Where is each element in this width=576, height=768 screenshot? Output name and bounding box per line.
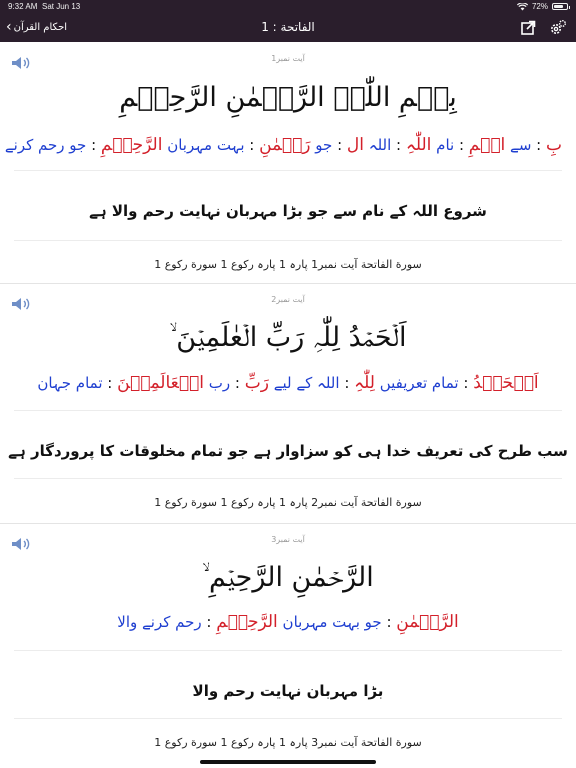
status-right: 72%: [516, 2, 570, 11]
word-arabic: اللّٰہِ: [405, 135, 432, 155]
divider: [14, 718, 562, 719]
divider: [14, 410, 562, 411]
word-urdu: تمام جہان: [37, 374, 103, 392]
word-by-word: الرَّحۡمٰنِ : جو بہت مہربان الرَّحِیۡمِ …: [117, 612, 459, 632]
verse-card: آیت نمبر1 بِسۡمِ اللّٰہِ الرَّحۡمٰنِ الر…: [0, 42, 576, 284]
word-urdu: رب: [208, 374, 231, 392]
word-urdu: جو بہت مہربان: [282, 613, 382, 631]
settings-button[interactable]: [548, 18, 568, 38]
word-arabic: الۡعَالَمِیۡنَ: [117, 373, 204, 393]
home-indicator[interactable]: [200, 760, 376, 764]
word-arabic: الرَّحِیۡمِ: [216, 612, 278, 632]
divider: [14, 478, 562, 479]
urdu-translation: بڑا مہربان نہایت رحم والا: [192, 682, 384, 700]
word-by-word: اَلۡحَمۡدُ : تمام تعریفیں لِلّٰہِ : اللہ…: [37, 373, 539, 393]
word-urdu: بہت مہربان: [167, 136, 245, 154]
status-date: Sat Jun 13: [42, 2, 81, 11]
battery-icon: [552, 3, 570, 10]
word-arabic: ال: [346, 135, 364, 155]
divider: [14, 650, 562, 651]
word-arabic: لِلّٰہِ: [354, 373, 375, 393]
word-urdu: اللہ کے لیے: [273, 374, 340, 392]
arabic-verse: الرَّحۡمٰنِ الرَّحِیۡمِ ۙ: [202, 562, 374, 593]
verse-card: آیت نمبر3 الرَّحۡمٰنِ الرَّحِیۡمِ ۙ الرَ…: [0, 524, 576, 768]
arabic-verse: اَلۡحَمۡدُ لِلّٰہِ رَبِّ الۡعٰلَمِیۡنَ ۙ: [169, 322, 407, 353]
urdu-translation: سب طرح کی تعریف خدا ہی کو سزاوار ہے جو ت…: [8, 442, 568, 460]
word-urdu: تمام تعریفیں: [379, 374, 459, 392]
word-urdu: اللہ: [368, 136, 392, 154]
word-by-word: بِ : سے اسۡمِ : نام اللّٰہِ : اللہ ال : …: [0, 134, 562, 155]
word-urdu: سے: [510, 136, 532, 154]
share-icon: [521, 20, 536, 35]
verse-reference: سورة الفاتحة آیت نمبر2 پارہ 1 پارہ رکوع …: [154, 496, 422, 509]
verse-list[interactable]: آیت نمبر1 بِسۡمِ اللّٰہِ الرَّحۡمٰنِ الر…: [0, 42, 576, 768]
battery-percent: 72%: [531, 2, 548, 11]
word-arabic: الرَّحِیۡمِ: [100, 135, 163, 155]
gear-icon: [551, 20, 566, 34]
divider: [14, 240, 562, 241]
nav-bar: ‹ احکام القرآن الفاتحة : 1: [0, 14, 576, 42]
share-button[interactable]: [518, 18, 538, 38]
word-arabic: رَحۡمٰنِ: [259, 135, 311, 155]
word-urdu: جو: [315, 136, 333, 154]
word-arabic: اسۡمِ: [468, 135, 506, 155]
verse-reference: سورة الفاتحة آیت نمبر3 پارہ 1 پارہ رکوع …: [154, 736, 422, 749]
word-arabic: اَلۡحَمۡدُ: [473, 373, 539, 393]
word-urdu: نام: [436, 136, 455, 154]
verse-reference: سورة الفاتحة آیت نمبر1 پارہ 1 پارہ رکوع …: [154, 258, 422, 271]
word-arabic: رَبِّ: [244, 373, 269, 393]
ayah-number: آیت نمبر1: [271, 54, 305, 63]
word-urdu: جو رحم کرنے والا: [0, 136, 87, 154]
word-arabic: الرَّحۡمٰنِ: [396, 612, 459, 632]
wifi-icon: [516, 2, 528, 10]
ayah-number: آیت نمبر3: [271, 535, 305, 544]
divider: [14, 170, 562, 171]
arabic-verse: بِسۡمِ اللّٰہِ الرَّحۡمٰنِ الرَّحِیۡمِ: [119, 82, 457, 113]
word-arabic: بِ: [545, 135, 562, 155]
verse-card: آیت نمبر2 اَلۡحَمۡدُ لِلّٰہِ رَبِّ الۡعٰ…: [0, 284, 576, 524]
status-time: 9:32 AM: [8, 2, 38, 11]
urdu-translation: شروع اللہ کے نام سے جو بڑا مہربان نہایت …: [89, 202, 487, 220]
status-bar: 9:32 AM Sat Jun 13 72%: [0, 0, 576, 14]
ayah-number: آیت نمبر2: [271, 295, 305, 304]
word-urdu: رحم کرنے والا: [117, 613, 202, 631]
page-title: الفاتحة : 1: [261, 20, 315, 34]
